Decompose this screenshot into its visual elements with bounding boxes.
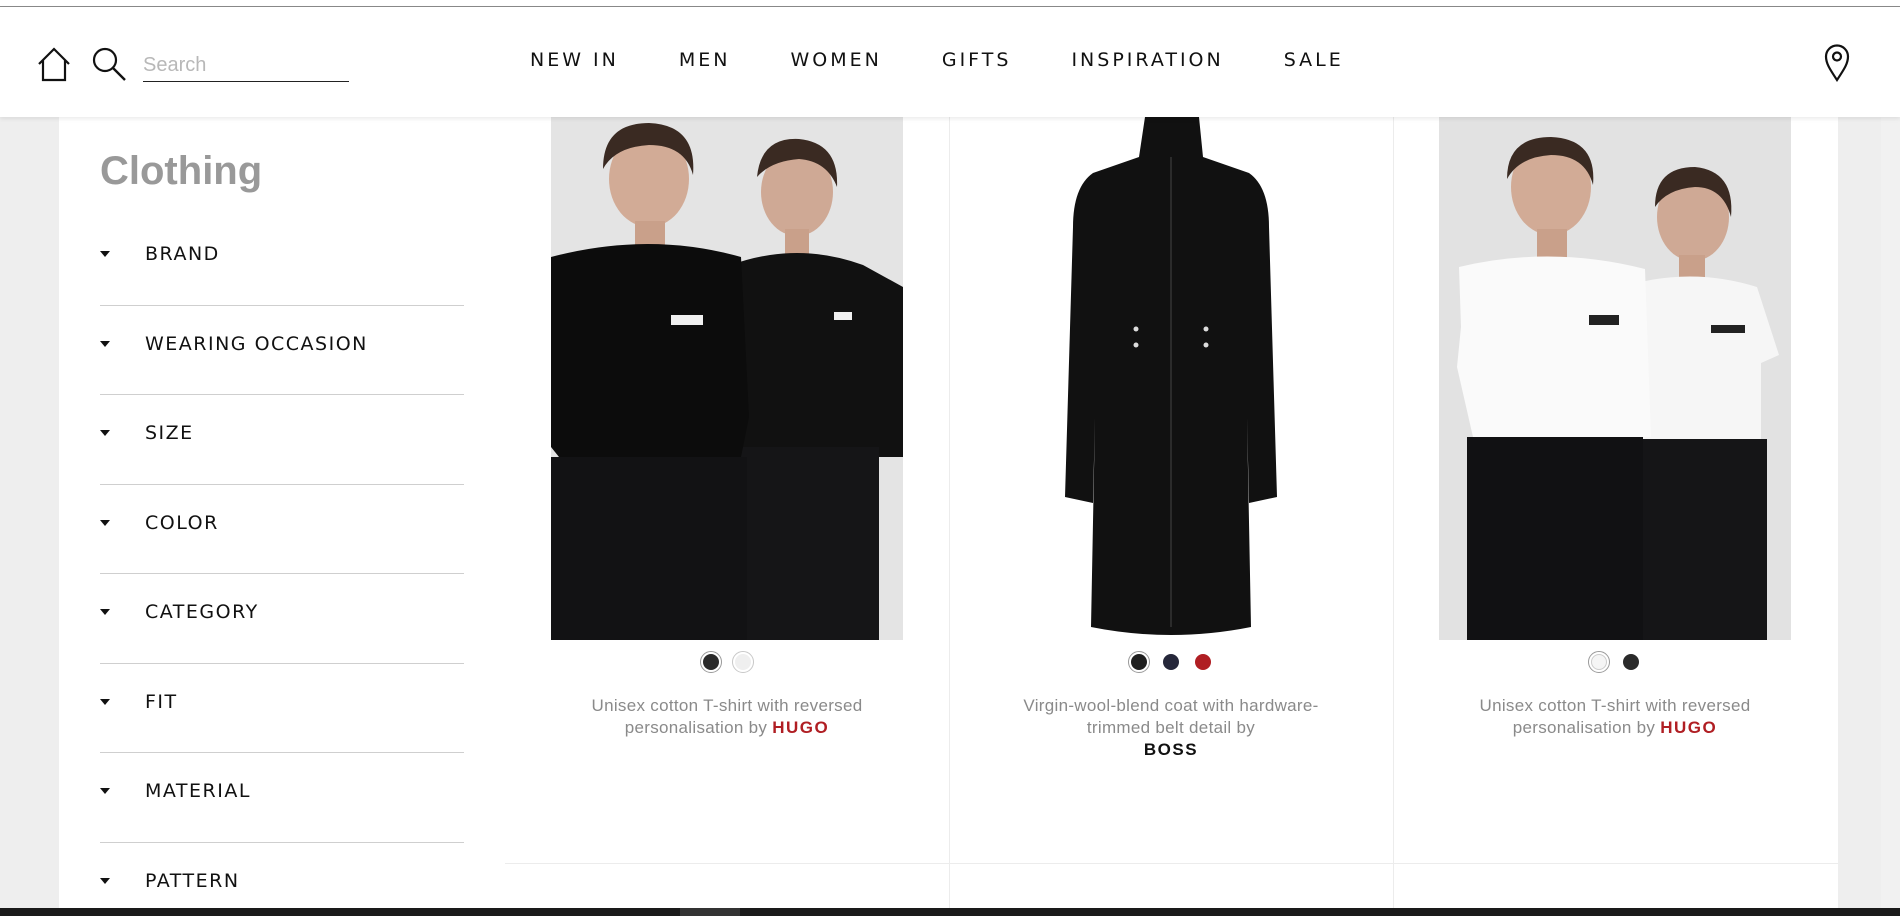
filter-category[interactable]: CATEGORY [100,574,464,664]
nav-gifts[interactable]: GIFTS [942,49,1012,71]
caret-down-icon [100,340,110,347]
product-card[interactable]: Unisex cotton T-shirt with reversed pers… [1393,117,1837,863]
color-swatches [949,651,1393,673]
filter-fit[interactable]: FIT [100,664,464,753]
product-description[interactable]: Unisex cotton T-shirt with reversed pers… [565,695,889,739]
filter-color[interactable]: COLOR [100,485,464,574]
filter-label: BRAND [145,243,220,265]
filter-label: PATTERN [145,869,240,892]
filter-list: BRAND WEARING OCCASION SIZE COLOR CATEGO… [100,216,464,916]
color-swatch[interactable] [1160,651,1182,673]
product-image[interactable] [551,117,903,640]
filter-pattern[interactable]: PATTERN [100,843,464,916]
scroll-thumb[interactable] [680,908,740,916]
filter-label: MATERIAL [145,780,251,802]
filter-material[interactable]: MATERIAL [100,753,464,843]
caret-down-icon [100,609,110,615]
filter-brand[interactable]: BRAND [100,216,464,306]
filter-wearing-occasion[interactable]: WEARING OCCASION [100,306,464,395]
color-swatches [505,651,949,673]
search-icon[interactable] [90,45,128,83]
filter-label: SIZE [145,422,194,444]
caret-down-icon [100,877,110,884]
color-swatch[interactable] [1128,651,1150,673]
caret-down-icon [100,430,110,436]
caret-down-icon [100,251,110,257]
filter-sidebar: Clothing BRAND WEARING OCCASION SIZE COL… [59,117,505,916]
bottom-scroll-bar [0,908,1900,916]
caret-down-icon [100,519,110,526]
caret-down-icon [100,788,110,794]
filter-label: COLOR [145,511,219,534]
color-swatch[interactable] [732,651,754,673]
color-swatches [1393,651,1837,673]
main-nav: NEW IN MEN WOMEN GIFTS INSPIRATION SALE [530,49,1404,71]
page-scrollbar-track[interactable] [1881,117,1900,916]
product-image[interactable] [995,117,1347,640]
nav-men[interactable]: MEN [679,49,731,71]
row-divider [505,863,1838,864]
nav-new-in[interactable]: NEW IN [530,49,619,71]
site-header: NEW IN MEN WOMEN GIFTS INSPIRATION SALE [0,7,1900,117]
color-swatch[interactable] [1620,651,1642,673]
filter-label: CATEGORY [145,601,259,623]
caret-down-icon [100,698,110,705]
product-brand: HUGO [772,718,830,737]
product-image[interactable] [1439,117,1791,640]
home-icon[interactable] [36,45,72,83]
color-swatch[interactable] [1192,651,1214,673]
product-brand: HUGO [1660,718,1718,737]
category-title: Clothing [100,149,263,193]
product-title: Virgin-wool-blend coat with hardware-tri… [1023,696,1319,737]
color-swatch[interactable] [700,651,722,673]
product-description[interactable]: Unisex cotton T-shirt with reversed pers… [1453,695,1777,739]
product-card[interactable]: Unisex cotton T-shirt with reversed pers… [505,117,949,863]
product-description[interactable]: Virgin-wool-blend coat with hardware-tri… [1009,695,1333,761]
filter-label: WEARING OCCASION [145,332,368,355]
product-card[interactable]: Virgin-wool-blend coat with hardware-tri… [949,117,1393,863]
nav-women[interactable]: WOMEN [791,49,882,71]
nav-sale[interactable]: SALE [1284,49,1344,71]
product-brand: BOSS [1143,740,1199,759]
search-input[interactable] [143,50,349,82]
filter-label: FIT [145,690,178,713]
color-swatch[interactable] [1588,651,1610,673]
nav-inspiration[interactable]: INSPIRATION [1071,49,1223,71]
store-locator-pin-icon[interactable] [1823,43,1851,83]
browser-top-line [0,0,1900,7]
filter-size[interactable]: SIZE [100,395,464,485]
product-grid: Unisex cotton T-shirt with reversed pers… [505,117,1838,916]
